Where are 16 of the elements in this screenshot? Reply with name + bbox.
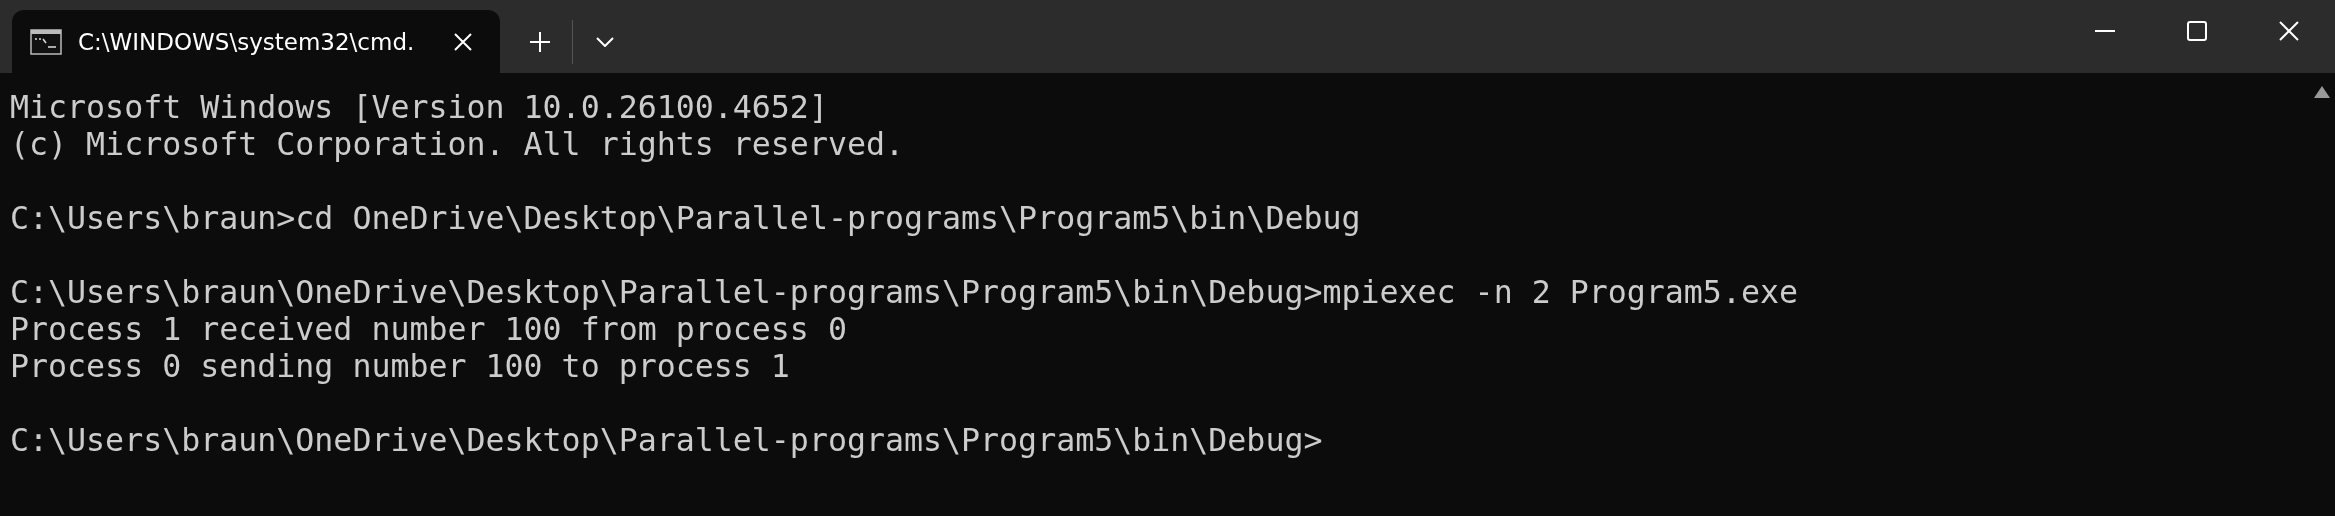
plus-icon <box>529 30 551 53</box>
console-line: (c) Microsoft Corporation. All rights reserved. <box>10 126 905 163</box>
scroll-up-icon[interactable] <box>2314 86 2330 98</box>
tab-title: C:\WINDOWS\system32\cmd. <box>78 28 416 55</box>
console-line: C:\Users\braun\OneDrive\Desktop\Parallel-programs\Program5\bin\Debug>mpiexec -n 2 Program5.exe <box>10 274 1799 311</box>
console-line: Microsoft Windows [Version 10.0.26100.4652] <box>10 89 829 126</box>
close-icon <box>2279 21 2299 41</box>
console-line: C:\Users\braun\OneDrive\Desktop\Parallel-programs\Program5\bin\Debug> <box>10 422 1324 459</box>
terminal-icon <box>30 28 62 55</box>
console-line: C:\Users\braun>cd OneDrive\Desktop\Parallel-programs\Program5\bin\Debug <box>10 200 1362 237</box>
maximize-icon <box>2187 21 2207 41</box>
chevron-down-icon <box>596 36 614 47</box>
console-line: Process 1 received number 100 from process 0 <box>10 311 848 348</box>
tab[interactable]: C:\WINDOWS\system32\cmd. <box>12 10 500 73</box>
minimize-icon <box>2095 30 2115 32</box>
console-line: Process 0 sending number 100 to process 1 <box>10 348 791 385</box>
